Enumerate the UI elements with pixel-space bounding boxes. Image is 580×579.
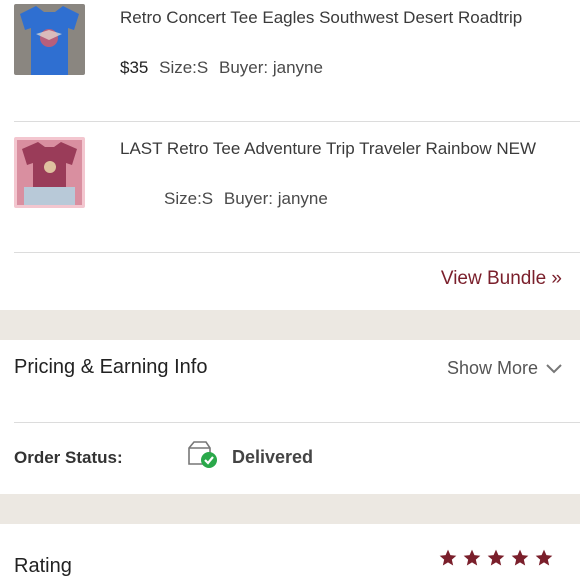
rating-stars bbox=[438, 548, 554, 568]
section-separator bbox=[0, 310, 580, 340]
show-more-button[interactable]: Show More bbox=[447, 358, 562, 379]
item-meta: Size:S Buyer: janyne bbox=[164, 189, 328, 209]
redaction-mask bbox=[348, 56, 412, 84]
bundle-item-2[interactable]: LAST Retro Tee Adventure Trip Traveler R… bbox=[0, 122, 580, 252]
item-buyer: Buyer: janyne bbox=[218, 58, 323, 77]
item-title[interactable]: Retro Concert Tee Eagles Southwest Deser… bbox=[120, 5, 560, 30]
box-check-icon bbox=[186, 440, 218, 475]
star-icon bbox=[535, 549, 553, 566]
star-icon bbox=[439, 549, 457, 566]
redaction-mask bbox=[107, 214, 219, 242]
item-title[interactable]: LAST Retro Tee Adventure Trip Traveler R… bbox=[120, 136, 560, 161]
show-more-label: Show More bbox=[446, 358, 538, 378]
bundle-item-1[interactable]: Retro Concert Tee Eagles Southwest Deser… bbox=[0, 0, 580, 120]
item-size: Size:S bbox=[159, 58, 209, 77]
item-price: $35 bbox=[120, 58, 149, 77]
item-size: Size:S bbox=[164, 189, 214, 208]
item-thumbnail[interactable] bbox=[14, 137, 85, 208]
divider bbox=[14, 422, 580, 423]
redaction-mask bbox=[107, 84, 221, 112]
divider bbox=[14, 252, 580, 253]
item-thumbnail[interactable] bbox=[14, 4, 85, 75]
star-icon bbox=[511, 549, 529, 566]
order-status: Delivered bbox=[186, 440, 313, 475]
rating-label: Rating bbox=[14, 555, 72, 577]
section-separator bbox=[0, 494, 580, 524]
star-icon bbox=[487, 549, 505, 566]
order-status-value: Delivered bbox=[232, 447, 314, 467]
pricing-title: Pricing & Earning Info bbox=[14, 356, 208, 378]
star-icon bbox=[463, 549, 481, 566]
item-meta: $35 Size:S Buyer: janyne bbox=[120, 58, 323, 78]
order-status-label: Order Status: bbox=[14, 448, 123, 467]
item-buyer: Buyer: janyne bbox=[223, 189, 328, 208]
redaction-mask bbox=[10, 384, 198, 408]
view-bundle-link[interactable]: View Bundle » bbox=[441, 268, 562, 290]
redaction-mask bbox=[348, 188, 412, 216]
chevron-down-icon bbox=[546, 358, 562, 379]
